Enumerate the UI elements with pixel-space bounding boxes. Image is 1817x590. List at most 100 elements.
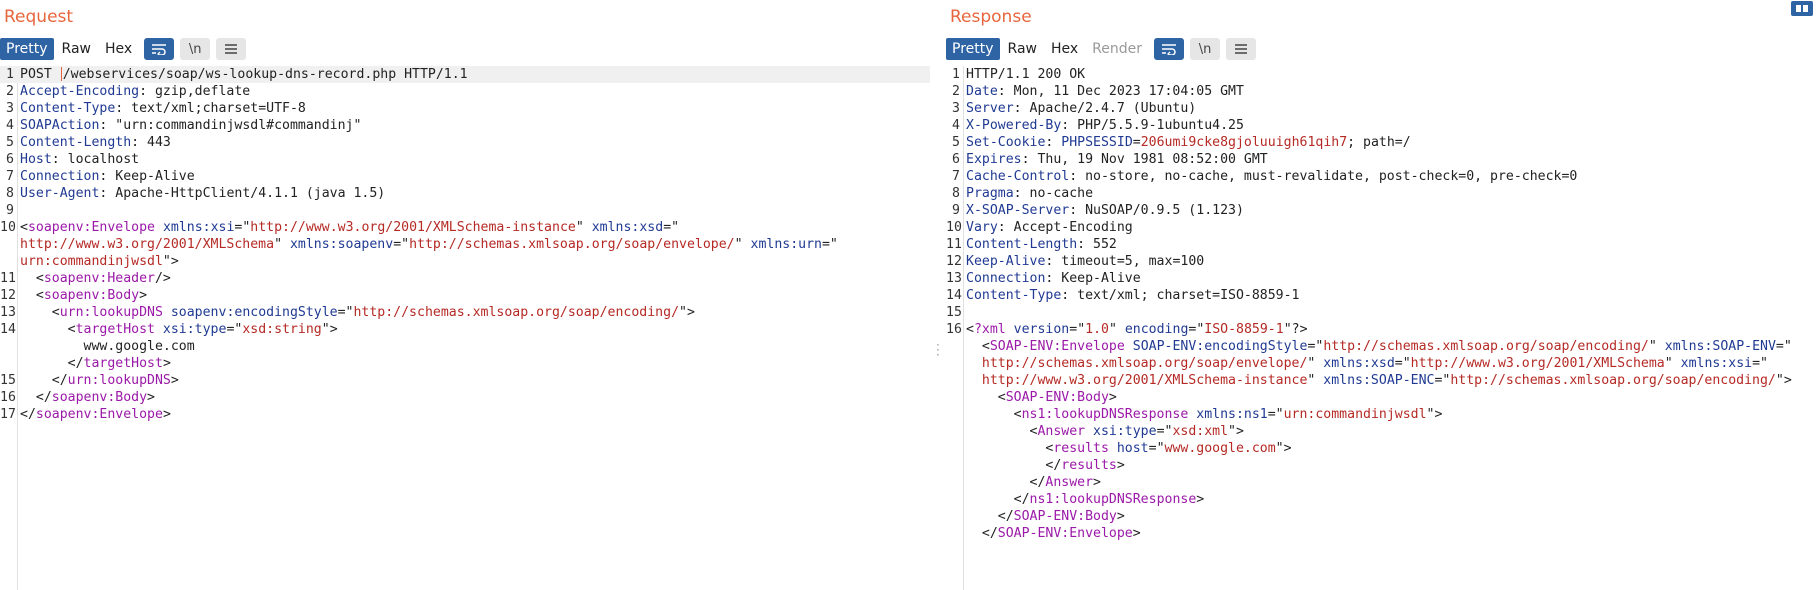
- code-line[interactable]: 9 X-SOAP-Server: NuSOAP/0.9.5 (1.123): [946, 202, 1817, 219]
- response-tab-raw[interactable]: Raw: [1002, 38, 1043, 60]
- line-content: </Answer>: [966, 474, 1817, 491]
- code-token: SOAP-ENV:Body: [1005, 390, 1109, 405]
- code-line[interactable]: 3 Server: Apache/2.4.7 (Ubuntu): [946, 100, 1817, 117]
- code-line[interactable]: 15 </urn:lookupDNS>: [0, 372, 930, 389]
- menu-icon[interactable]: [1226, 38, 1257, 60]
- menu-icon[interactable]: [216, 38, 247, 60]
- code-line[interactable]: <SOAP-ENV:Envelope SOAP-ENV:encodingStyl…: [946, 338, 1817, 355]
- pane-divider[interactable]: [932, 0, 944, 590]
- code-line[interactable]: </SOAP-ENV:Body>: [946, 508, 1817, 525]
- code-token: =": [1069, 322, 1086, 337]
- code-line[interactable]: 5 Content-Length: 443: [0, 134, 930, 151]
- request-tab-hex[interactable]: Hex: [99, 38, 138, 60]
- code-line[interactable]: <Answer xsi:type="xsd:xml">: [946, 423, 1817, 440]
- code-line[interactable]: 10 Vary: Accept-Encoding: [946, 219, 1817, 236]
- code-line[interactable]: 2 Accept-Encoding: gzip,deflate: [0, 83, 930, 100]
- code-line[interactable]: 12 <soapenv:Body>: [0, 287, 930, 304]
- code-line[interactable]: 9: [0, 202, 930, 219]
- code-line[interactable]: 17 </soapenv:Envelope>: [0, 406, 930, 423]
- code-line[interactable]: 8 Pragma: no-cache: [946, 185, 1817, 202]
- request-tab-pretty[interactable]: Pretty: [0, 38, 54, 60]
- word-wrap-icon[interactable]: [144, 38, 175, 60]
- code-line[interactable]: 8 User-Agent: Apache-HttpClient/4.1.1 (ja…: [0, 185, 930, 202]
- line-content: Pragma: no-cache: [966, 185, 1817, 202]
- response-tab-render[interactable]: Render: [1086, 38, 1148, 60]
- code-line[interactable]: 12 Keep-Alive: timeout=5, max=100: [946, 253, 1817, 270]
- code-line[interactable]: 5 Set-Cookie: PHPSESSID=206umi9cke8gjoluu…: [946, 134, 1817, 151]
- line-content: <soapenv:Header/>: [20, 270, 930, 287]
- request-tab-raw[interactable]: Raw: [56, 38, 97, 60]
- layout-toggle-icon[interactable]: [1791, 1, 1813, 16]
- request-code[interactable]: 1 POST /webservices/soap/ws-lookup-dns-re…: [0, 66, 930, 423]
- code-token: : gzip,deflate: [139, 84, 251, 99]
- code-token: =": [1188, 322, 1205, 337]
- line-number: 13: [0, 305, 16, 320]
- code-line[interactable]: 4 SOAPAction: "urn:commandinjwsdl#command…: [0, 117, 930, 134]
- request-toolbar: Pretty Raw Hex \n: [0, 38, 247, 60]
- line-content: http://www.w3.org/2001/XMLSchema-instanc…: [966, 372, 1817, 389]
- code-token: : localhost: [51, 152, 140, 167]
- line-content: <soapenv:Body>: [20, 287, 930, 304]
- code-token: xmlns:xsi: [155, 220, 235, 235]
- response-tab-hex[interactable]: Hex: [1045, 38, 1084, 60]
- code-line[interactable]: 7 Cache-Control: no-store, no-cache, must…: [946, 168, 1817, 185]
- code-line[interactable]: www.google.com: [0, 338, 930, 355]
- code-line[interactable]: 2 Date: Mon, 11 Dec 2023 17:04:05 GMT: [946, 83, 1817, 100]
- code-token: =": [393, 237, 410, 252]
- line-number: 1: [952, 67, 960, 82]
- code-line[interactable]: urn:commandinjwsdl">: [0, 253, 930, 270]
- code-line[interactable]: 1 POST /webservices/soap/ws-lookup-dns-re…: [0, 66, 930, 83]
- code-line[interactable]: </targetHost>: [0, 355, 930, 372]
- code-line[interactable]: </Answer>: [946, 474, 1817, 491]
- response-editor[interactable]: 1 HTTP/1.1 200 OK 2 Date: Mon, 11 Dec 2023 …: [946, 66, 1817, 590]
- newline-toggle-button[interactable]: \n: [180, 38, 211, 60]
- code-line[interactable]: <ns1:lookupDNSResponse xmlns:ns1="urn:co…: [946, 406, 1817, 423]
- code-line[interactable]: 16 <?xml version="1.0" encoding="ISO-8859…: [946, 321, 1817, 338]
- code-token: ": [274, 237, 283, 252]
- line-number: 14: [0, 322, 16, 337]
- code-line[interactable]: </SOAP-ENV:Envelope>: [946, 525, 1817, 542]
- code-line[interactable]: </ns1:lookupDNSResponse>: [946, 491, 1817, 508]
- line-number: 4: [6, 118, 14, 133]
- code-token: : no-store, no-cache, must-revalidate, p…: [1069, 169, 1578, 184]
- code-token: http://www.w3.org/2001/XMLSchema: [1410, 356, 1665, 371]
- splitter-handle-icon[interactable]: · · ·: [936, 339, 940, 361]
- code-line[interactable]: 14 <targetHost xsi:type="xsd:string">: [0, 321, 930, 338]
- code-token: >: [1093, 475, 1101, 490]
- word-wrap-icon[interactable]: [1154, 38, 1185, 60]
- code-line[interactable]: 1 HTTP/1.1 200 OK: [946, 66, 1817, 83]
- code-line[interactable]: 11 <soapenv:Header/>: [0, 270, 930, 287]
- code-line[interactable]: http://www.w3.org/2001/XMLSchema-instanc…: [946, 372, 1817, 389]
- line-number: 15: [946, 305, 962, 320]
- code-line[interactable]: 13 Connection: Keep-Alive: [946, 270, 1817, 287]
- line-number: 17: [0, 407, 16, 422]
- code-line[interactable]: <SOAP-ENV:Body>: [946, 389, 1817, 406]
- code-line[interactable]: 3 Content-Type: text/xml;charset=UTF-8: [0, 100, 930, 117]
- request-editor[interactable]: 1 POST /webservices/soap/ws-lookup-dns-re…: [0, 66, 930, 590]
- code-token: =": [1394, 356, 1411, 371]
- code-line[interactable]: 14 Content-Type: text/xml; charset=ISO-88…: [946, 287, 1817, 304]
- code-line[interactable]: <results host="www.google.com">: [946, 440, 1817, 457]
- code-token: urn:lookupDNS: [67, 373, 171, 388]
- code-line[interactable]: </results>: [946, 457, 1817, 474]
- code-line[interactable]: 4 X-Powered-By: PHP/5.5.9-1ubuntu4.25: [946, 117, 1817, 134]
- code-line[interactable]: 6 Expires: Thu, 19 Nov 1981 08:52:00 GMT: [946, 151, 1817, 168]
- code-line[interactable]: http://schemas.xmlsoap.org/soap/envelope…: [946, 355, 1817, 372]
- code-line[interactable]: 13 <urn:lookupDNS soapenv:encodingStyle=…: [0, 304, 930, 321]
- code-line[interactable]: 10 <soapenv:Envelope xmlns:xsi="http://ww…: [0, 219, 930, 236]
- response-tab-pretty[interactable]: Pretty: [946, 38, 1000, 60]
- code-token: 1.0: [1085, 322, 1109, 337]
- code-token: results: [1061, 458, 1117, 473]
- newline-toggle-button[interactable]: \n: [1190, 38, 1221, 60]
- code-line[interactable]: 15: [946, 304, 1817, 321]
- code-line[interactable]: 6 Host: localhost: [0, 151, 930, 168]
- code-token: : PHP/5.5.9-1ubuntu4.25: [1061, 118, 1244, 133]
- code-line[interactable]: 7 Connection: Keep-Alive: [0, 168, 930, 185]
- code-token: ": [1108, 322, 1117, 337]
- code-line[interactable]: 16 </soapenv:Body>: [0, 389, 930, 406]
- code-line[interactable]: 11 Content-Length: 552: [946, 236, 1817, 253]
- response-code[interactable]: 1 HTTP/1.1 200 OK 2 Date: Mon, 11 Dec 2023 …: [946, 66, 1817, 542]
- code-line[interactable]: http://www.w3.org/2001/XMLSchema" xmlns:…: [0, 236, 930, 253]
- code-token: <: [20, 220, 28, 235]
- code-token: Connection: [20, 169, 100, 184]
